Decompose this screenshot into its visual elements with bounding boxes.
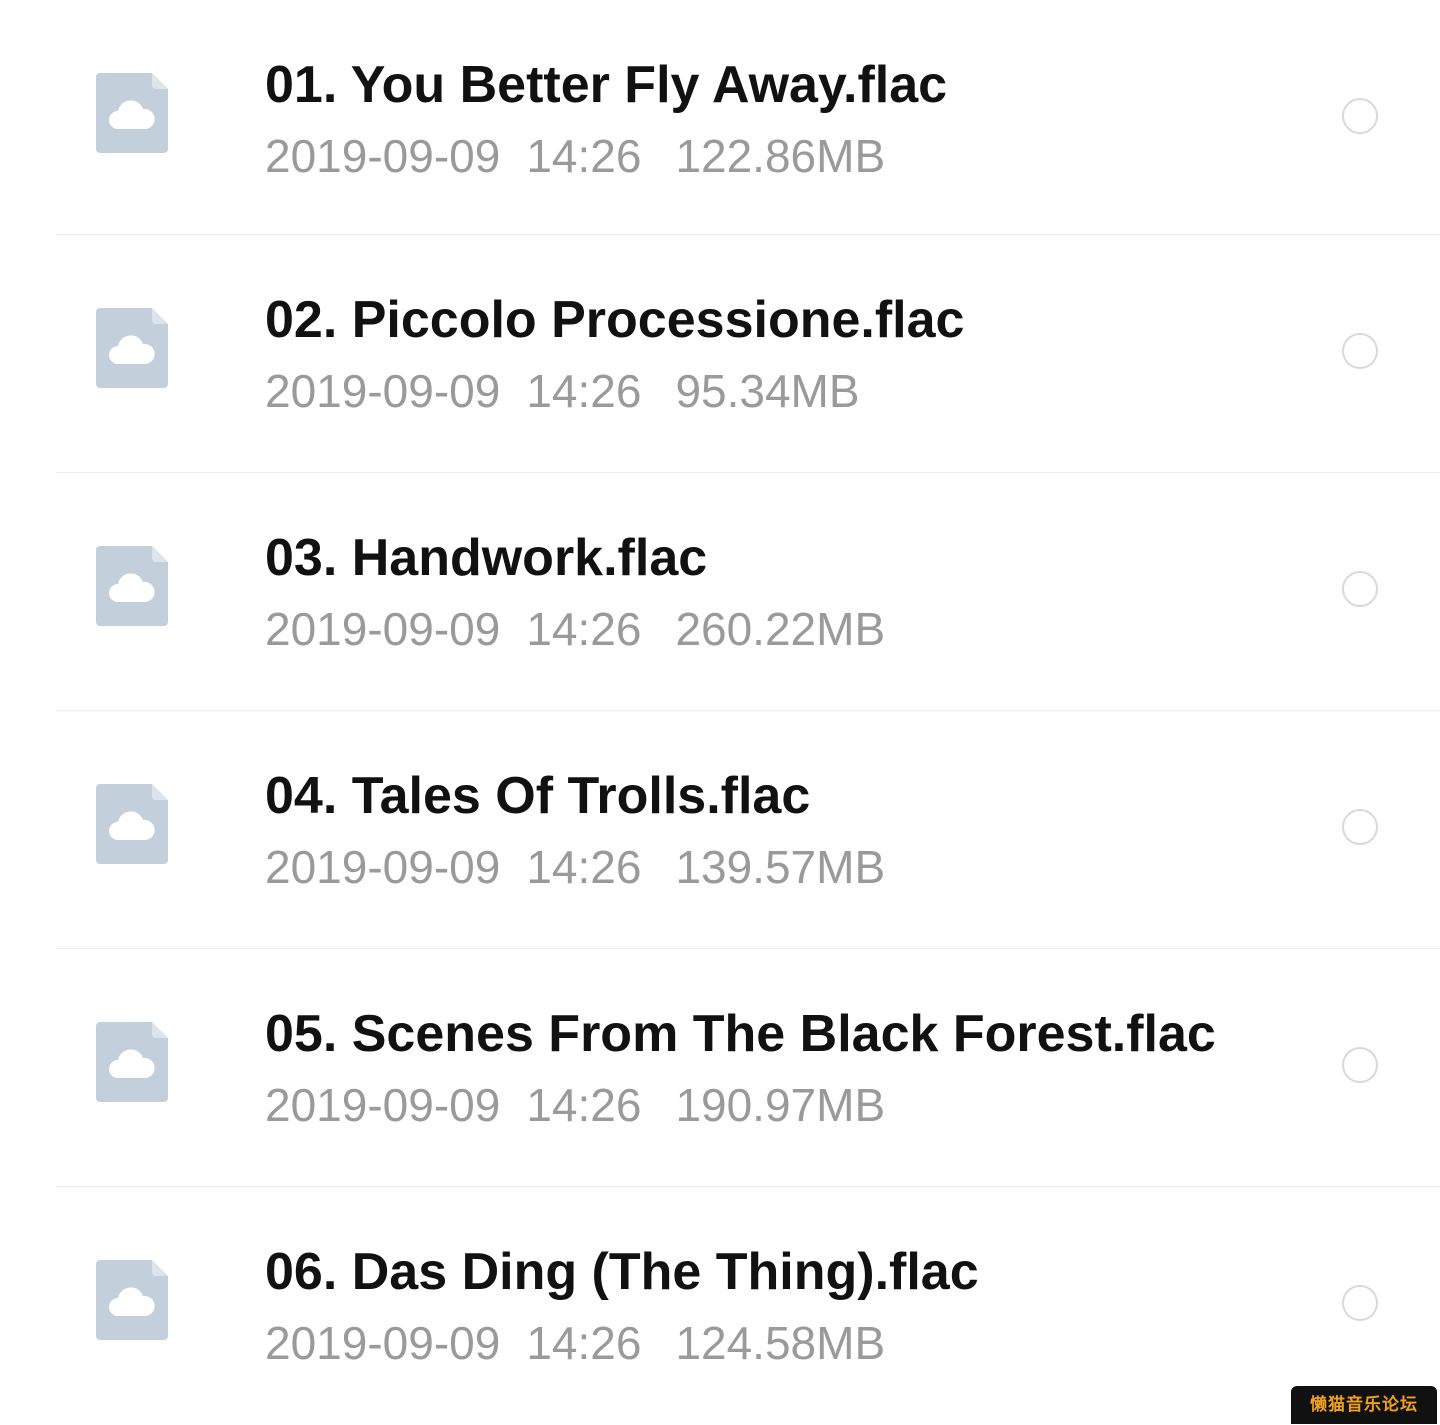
- file-name: 01. You Better Fly Away.flac: [265, 56, 948, 114]
- file-size: 122.86MB: [675, 130, 886, 182]
- file-date: 2019-09-09: [265, 130, 501, 182]
- file-size: 139.57MB: [675, 841, 886, 893]
- cloud-file-icon: [96, 546, 168, 626]
- select-radio[interactable]: [1342, 333, 1378, 369]
- file-meta: 2019-09-09 14:26 139.57MB: [265, 839, 885, 895]
- file-name: 05. Scenes From The Black Forest.flac: [265, 1005, 1216, 1063]
- select-radio[interactable]: [1342, 1047, 1378, 1083]
- select-radio[interactable]: [1342, 1285, 1378, 1321]
- file-row[interactable]: 06. Das Ding (The Thing).flac 2019-09-09…: [0, 1187, 1440, 1425]
- file-row[interactable]: 05. Scenes From The Black Forest.flac 20…: [0, 949, 1440, 1187]
- file-time: 14:26: [526, 1317, 642, 1369]
- file-meta: 2019-09-09 14:26 95.34MB: [265, 363, 860, 419]
- file-time: 14:26: [526, 365, 642, 417]
- select-radio[interactable]: [1342, 98, 1378, 134]
- file-date: 2019-09-09: [265, 841, 501, 893]
- file-date: 2019-09-09: [265, 1317, 501, 1369]
- cloud-file-icon: [96, 1260, 168, 1340]
- file-time: 14:26: [526, 841, 642, 893]
- file-time: 14:26: [526, 130, 642, 182]
- file-row[interactable]: 01. You Better Fly Away.flac 2019-09-09 1…: [0, 0, 1440, 235]
- forum-watermark: 懒猫音乐论坛: [1291, 1386, 1437, 1424]
- file-time: 14:26: [526, 1079, 642, 1131]
- file-date: 2019-09-09: [265, 1079, 501, 1131]
- file-size: 260.22MB: [675, 603, 886, 655]
- file-date: 2019-09-09: [265, 603, 501, 655]
- file-meta: 2019-09-09 14:26 124.58MB: [265, 1315, 885, 1371]
- file-name: 02. Piccolo Processione.flac: [265, 291, 965, 349]
- file-name: 06. Das Ding (The Thing).flac: [265, 1243, 979, 1301]
- cloud-file-icon: [96, 784, 168, 864]
- file-size: 95.34MB: [675, 365, 860, 417]
- file-row[interactable]: 04. Tales Of Trolls.flac 2019-09-09 14:26…: [0, 711, 1440, 949]
- select-radio[interactable]: [1342, 809, 1378, 845]
- cloud-file-icon: [96, 1022, 168, 1102]
- cloud-file-icon: [96, 73, 168, 153]
- file-name: 03. Handwork.flac: [265, 529, 708, 587]
- file-list: 01. You Better Fly Away.flac 2019-09-09 1…: [0, 0, 1440, 1425]
- file-date: 2019-09-09: [265, 365, 501, 417]
- cloud-file-icon: [96, 308, 168, 388]
- file-meta: 2019-09-09 14:26 122.86MB: [265, 128, 885, 184]
- file-meta: 2019-09-09 14:26 190.97MB: [265, 1077, 885, 1133]
- file-row[interactable]: 03. Handwork.flac 2019-09-09 14:26 260.22M…: [0, 473, 1440, 711]
- file-name: 04. Tales Of Trolls.flac: [265, 767, 811, 825]
- file-size: 190.97MB: [675, 1079, 886, 1131]
- file-meta: 2019-09-09 14:26 260.22MB: [265, 601, 885, 657]
- file-time: 14:26: [526, 603, 642, 655]
- select-radio[interactable]: [1342, 571, 1378, 607]
- file-row[interactable]: 02. Piccolo Processione.flac 2019-09-09 1…: [0, 235, 1440, 473]
- file-size: 124.58MB: [675, 1317, 886, 1369]
